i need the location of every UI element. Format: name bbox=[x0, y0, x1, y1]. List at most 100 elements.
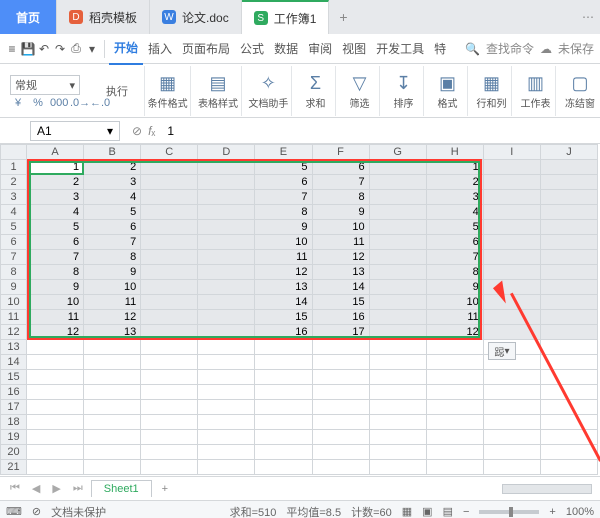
paste-options-button[interactable]: 跽▾ bbox=[488, 342, 516, 360]
row-header[interactable]: 6 bbox=[1, 235, 27, 250]
cell-J13[interactable] bbox=[540, 340, 597, 355]
cell-H14[interactable] bbox=[426, 355, 483, 370]
cell-E20[interactable] bbox=[255, 445, 312, 460]
col-header-E[interactable]: E bbox=[255, 145, 312, 160]
cell-D15[interactable] bbox=[198, 370, 255, 385]
cell-F2[interactable]: 7 bbox=[312, 175, 369, 190]
cell-J9[interactable] bbox=[540, 280, 597, 295]
cell-C2[interactable] bbox=[141, 175, 198, 190]
cell-A6[interactable]: 6 bbox=[27, 235, 84, 250]
cell-B20[interactable] bbox=[84, 445, 141, 460]
cell-E19[interactable] bbox=[255, 430, 312, 445]
cell-D13[interactable] bbox=[198, 340, 255, 355]
tab-doc[interactable]: W论文.doc bbox=[150, 0, 242, 34]
cell-C5[interactable] bbox=[141, 220, 198, 235]
cell-G14[interactable] bbox=[369, 355, 426, 370]
cell-H18[interactable] bbox=[426, 415, 483, 430]
cell-B13[interactable] bbox=[84, 340, 141, 355]
cell-D16[interactable] bbox=[198, 385, 255, 400]
cell-A3[interactable]: 3 bbox=[27, 190, 84, 205]
format-icon[interactable]: ▣ bbox=[439, 73, 456, 93]
row-header[interactable]: 2 bbox=[1, 175, 27, 190]
cell-B17[interactable] bbox=[84, 400, 141, 415]
row-header[interactable]: 12 bbox=[1, 325, 27, 340]
sum-icon[interactable]: Σ bbox=[310, 73, 321, 93]
table-row[interactable]: 20 bbox=[1, 445, 598, 460]
table-row[interactable]: 17 bbox=[1, 400, 598, 415]
table-row[interactable]: 112561 bbox=[1, 160, 598, 175]
cell-E10[interactable]: 14 bbox=[255, 295, 312, 310]
cell-H8[interactable]: 8 bbox=[426, 265, 483, 280]
col-header-H[interactable]: H bbox=[426, 145, 483, 160]
cell-J6[interactable] bbox=[540, 235, 597, 250]
cell-G7[interactable] bbox=[369, 250, 426, 265]
cloud-icon[interactable]: ☁ bbox=[540, 42, 552, 56]
cell-G9[interactable] bbox=[369, 280, 426, 295]
cell-C20[interactable] bbox=[141, 445, 198, 460]
cell-D10[interactable] bbox=[198, 295, 255, 310]
cell-E11[interactable]: 15 bbox=[255, 310, 312, 325]
cell-H1[interactable]: 1 bbox=[426, 160, 483, 175]
cell-B1[interactable]: 2 bbox=[84, 160, 141, 175]
cell-A7[interactable]: 7 bbox=[27, 250, 84, 265]
row-header[interactable]: 1 bbox=[1, 160, 27, 175]
cell-F15[interactable] bbox=[312, 370, 369, 385]
table-row[interactable]: 18 bbox=[1, 415, 598, 430]
col-header-D[interactable]: D bbox=[198, 145, 255, 160]
cell-E14[interactable] bbox=[255, 355, 312, 370]
cell-B14[interactable] bbox=[84, 355, 141, 370]
cell-J10[interactable] bbox=[540, 295, 597, 310]
cell-J7[interactable] bbox=[540, 250, 597, 265]
cell-A14[interactable] bbox=[27, 355, 84, 370]
col-header-I[interactable]: I bbox=[483, 145, 540, 160]
cell-F9[interactable]: 14 bbox=[312, 280, 369, 295]
cell-J12[interactable] bbox=[540, 325, 597, 340]
cell-G6[interactable] bbox=[369, 235, 426, 250]
cell-G20[interactable] bbox=[369, 445, 426, 460]
ribbon-tab-insert[interactable]: 插入 bbox=[143, 34, 177, 64]
cell-G17[interactable] bbox=[369, 400, 426, 415]
cell-D11[interactable] bbox=[198, 310, 255, 325]
cell-J18[interactable] bbox=[540, 415, 597, 430]
cell-B15[interactable] bbox=[84, 370, 141, 385]
row-header[interactable]: 16 bbox=[1, 385, 27, 400]
cell-J8[interactable] bbox=[540, 265, 597, 280]
view-page-icon[interactable]: ▣ bbox=[422, 505, 432, 518]
cell-F4[interactable]: 9 bbox=[312, 205, 369, 220]
zoom-in[interactable]: + bbox=[549, 506, 555, 518]
cell-D7[interactable] bbox=[198, 250, 255, 265]
cell-D20[interactable] bbox=[198, 445, 255, 460]
zoom-slider[interactable] bbox=[479, 510, 539, 514]
table-row[interactable]: 77811127 bbox=[1, 250, 598, 265]
row-header[interactable]: 9 bbox=[1, 280, 27, 295]
select-all-corner[interactable] bbox=[1, 145, 27, 160]
cell-C14[interactable] bbox=[141, 355, 198, 370]
cell-F3[interactable]: 8 bbox=[312, 190, 369, 205]
cell-F13[interactable] bbox=[312, 340, 369, 355]
row-header[interactable]: 4 bbox=[1, 205, 27, 220]
cell-C6[interactable] bbox=[141, 235, 198, 250]
fx-cancel-icon[interactable]: ⊘ bbox=[132, 124, 142, 138]
cell-H6[interactable]: 6 bbox=[426, 235, 483, 250]
cell-E9[interactable]: 13 bbox=[255, 280, 312, 295]
table-row[interactable]: 111112151611 bbox=[1, 310, 598, 325]
tab-template[interactable]: D稻壳模板 bbox=[57, 0, 150, 34]
row-header[interactable]: 11 bbox=[1, 310, 27, 325]
cell-F8[interactable]: 13 bbox=[312, 265, 369, 280]
search-placeholder[interactable]: 查找命令 bbox=[486, 40, 534, 57]
new-tab-button[interactable]: + bbox=[329, 9, 357, 25]
table-row[interactable]: 334783 bbox=[1, 190, 598, 205]
cell-D1[interactable] bbox=[198, 160, 255, 175]
tab-home[interactable]: 首页 bbox=[0, 0, 57, 34]
row-header[interactable]: 5 bbox=[1, 220, 27, 235]
name-box[interactable]: A1▾ bbox=[30, 121, 120, 141]
undo-icon[interactable]: ↶ bbox=[36, 42, 52, 56]
sort-icon[interactable]: ↧ bbox=[396, 73, 411, 93]
table-row[interactable]: 15 bbox=[1, 370, 598, 385]
cell-A5[interactable]: 5 bbox=[27, 220, 84, 235]
cell-H17[interactable] bbox=[426, 400, 483, 415]
cell-C8[interactable] bbox=[141, 265, 198, 280]
col-header-J[interactable]: J bbox=[540, 145, 597, 160]
cell-J16[interactable] bbox=[540, 385, 597, 400]
sheet-nav-first[interactable]: ⏮ bbox=[6, 482, 24, 495]
